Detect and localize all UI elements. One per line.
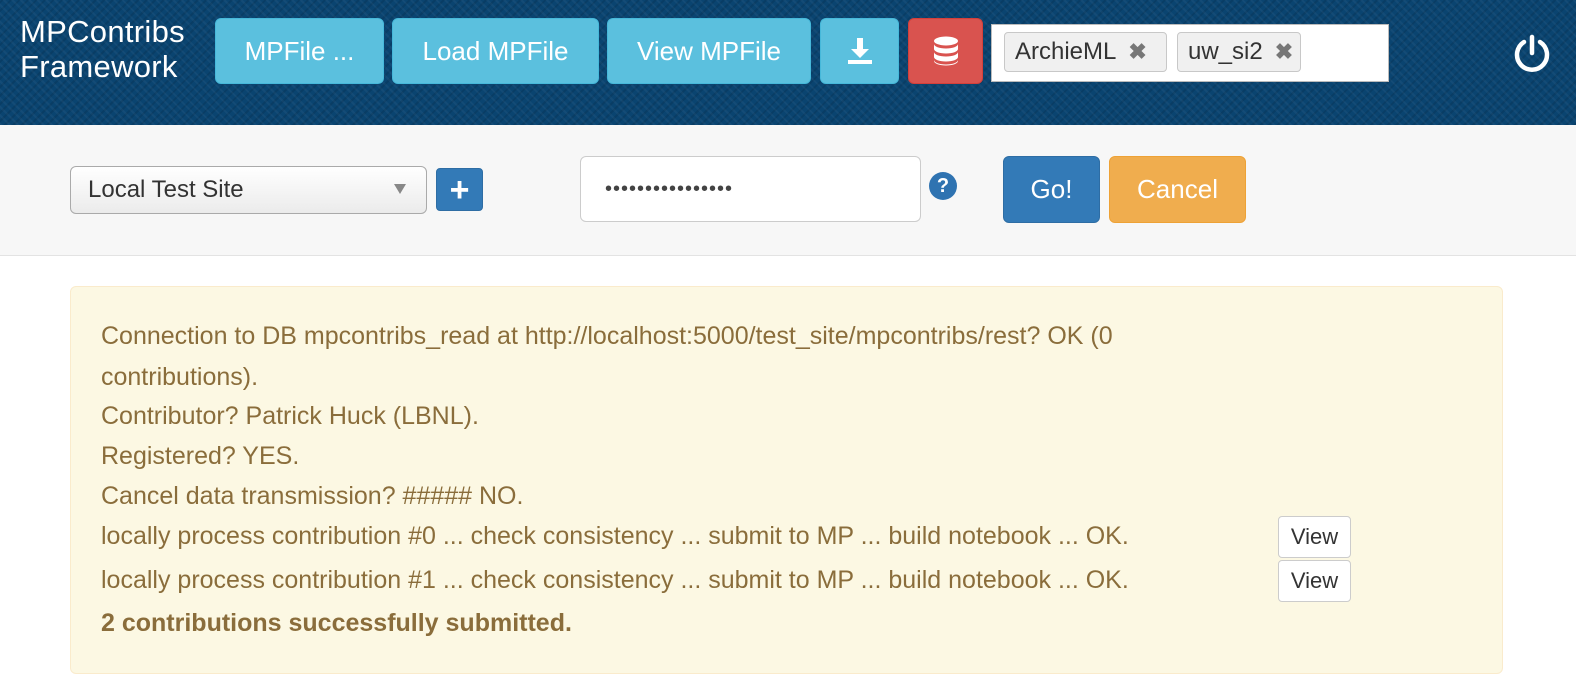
view-contribution-1-button[interactable]: View xyxy=(1278,560,1351,602)
tag-archieml: ArchieML ✖ xyxy=(1004,32,1167,72)
tag-input[interactable]: ArchieML ✖ uw_si2 ✖ xyxy=(991,24,1389,82)
add-site-button[interactable]: + xyxy=(436,168,483,211)
power-icon[interactable] xyxy=(1512,34,1552,74)
tag-uw-si2: uw_si2 ✖ xyxy=(1177,32,1301,72)
tag-label: uw_si2 xyxy=(1188,38,1263,65)
log-line-contributor: Contributor? Patrick Huck (LBNL). xyxy=(101,402,479,430)
download-icon xyxy=(847,38,872,64)
caret-down-icon xyxy=(394,184,406,194)
site-select[interactable]: Local Test Site xyxy=(70,166,427,214)
site-select-value: Local Test Site xyxy=(88,176,244,203)
view-mpfile-button[interactable]: View MPFile xyxy=(607,18,811,84)
remove-tag-icon[interactable]: ✖ xyxy=(1275,39,1293,65)
mpfile-button[interactable]: MPFile ... xyxy=(215,18,384,84)
brand-logo[interactable]: MPContribs Framework xyxy=(20,14,185,84)
load-mpfile-button[interactable]: Load MPFile xyxy=(392,18,599,84)
download-button[interactable] xyxy=(820,18,899,84)
brand-line-2: Framework xyxy=(20,49,178,84)
log-line-connection: Connection to DB mpcontribs_read at http… xyxy=(101,322,1113,350)
database-icon xyxy=(933,36,958,66)
log-line-contribution-0: locally process contribution #0 ... chec… xyxy=(101,522,1129,550)
log-line-registered: Registered? YES. xyxy=(101,442,300,470)
help-icon[interactable]: ? xyxy=(929,172,957,200)
log-line-connection-cont: contributions). xyxy=(101,363,259,391)
view-contribution-0-button[interactable]: View xyxy=(1278,516,1351,558)
api-key-field[interactable]: •••••••••••••••• xyxy=(580,156,921,222)
log-summary: 2 contributions successfully submitted. xyxy=(101,609,572,637)
log-line-contribution-1: locally process contribution #1 ... chec… xyxy=(101,566,1129,594)
remove-tag-icon[interactable]: ✖ xyxy=(1128,39,1146,65)
go-button[interactable]: Go! xyxy=(1003,156,1100,223)
database-button[interactable] xyxy=(908,18,983,84)
cancel-button[interactable]: Cancel xyxy=(1109,156,1246,223)
log-line-cancel: Cancel data transmission? ##### NO. xyxy=(101,482,524,510)
top-navbar: MPContribs Framework MPFile ... Load MPF… xyxy=(0,0,1576,125)
tag-label: ArchieML xyxy=(1015,38,1117,65)
brand-line-1: MPContribs xyxy=(20,14,185,49)
